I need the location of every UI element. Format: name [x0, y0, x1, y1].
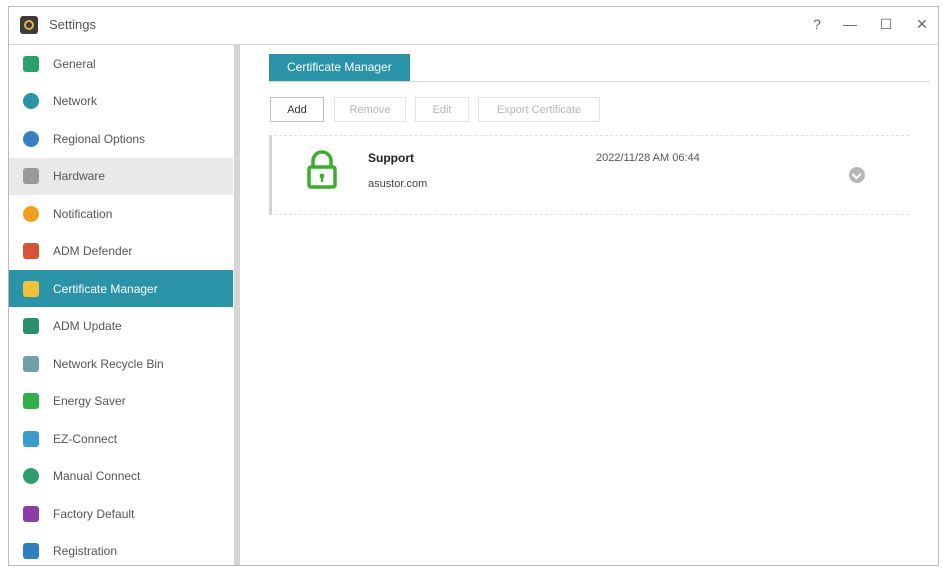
tab-divider — [269, 81, 930, 82]
expand-chevron-icon[interactable] — [849, 167, 865, 183]
maximize-button[interactable]: ☐ — [874, 13, 898, 35]
sidebar-item-label: Factory Default — [53, 506, 135, 521]
network-icon — [23, 93, 39, 109]
defender-icon — [23, 243, 39, 259]
sidebar-item-hardware[interactable]: Hardware — [9, 157, 233, 195]
certificate-row[interactable]: Support asustor.com 2022/11/28 AM 06:44 — [269, 135, 909, 215]
sidebar-item-label: Energy Saver — [53, 394, 126, 408]
sidebar-item-adm-defender[interactable]: ADM Defender — [9, 233, 233, 270]
main-panel: Certificate Manager Add Remove Edit Expo… — [243, 45, 938, 565]
certificate-name: Support — [368, 151, 414, 165]
certificate-icon — [23, 280, 39, 297]
sidebar-item-adm-update[interactable]: ADM Update — [9, 308, 233, 345]
settings-app-icon — [20, 16, 38, 34]
globe-icon — [23, 130, 39, 147]
add-button[interactable]: Add — [270, 97, 324, 122]
sidebar-item-manual-connect[interactable]: Manual Connect — [9, 458, 233, 495]
sidebar-item-label: ADM Defender — [53, 244, 133, 258]
title-bar: Settings ? — ☐ ✕ — [9, 7, 938, 45]
hardware-icon — [23, 168, 39, 184]
sidebar-scrollbar[interactable] — [234, 45, 240, 565]
sidebar-item-general[interactable]: General — [9, 45, 233, 82]
certificate-date: 2022/11/28 AM 06:44 — [596, 152, 700, 164]
edit-button[interactable]: Edit — [415, 97, 469, 122]
minimize-button[interactable]: — — [838, 13, 862, 35]
sidebar-item-label: Network — [53, 94, 98, 108]
general-icon — [23, 55, 39, 72]
window-title: Settings — [49, 17, 96, 32]
sidebar-item-label: Hardware — [53, 169, 106, 183]
remove-button[interactable]: Remove — [334, 97, 406, 122]
sidebar-item-label: Certificate Manager — [53, 281, 158, 296]
sidebar-item-network-recycle-bin[interactable]: Network Recycle Bin — [9, 345, 233, 382]
ez-connect-icon — [23, 430, 39, 447]
sidebar-item-label: ADM Update — [53, 319, 122, 333]
energy-saver-icon — [23, 393, 39, 409]
close-button[interactable]: ✕ — [910, 13, 934, 35]
manual-connect-icon — [23, 468, 39, 484]
sidebar-item-energy-saver[interactable]: Energy Saver — [9, 383, 233, 420]
certificate-domain: asustor.com — [368, 178, 428, 190]
sidebar-item-certificate-manager[interactable]: Certificate Manager — [9, 270, 233, 307]
factory-default-icon — [23, 505, 39, 522]
sidebar-item-ez-connect[interactable]: EZ-Connect — [9, 420, 233, 457]
sidebar-item-regional-options[interactable]: Regional Options — [9, 120, 233, 157]
sidebar-item-factory-default[interactable]: Factory Default — [9, 495, 233, 532]
settings-window: Settings ? — ☐ ✕ General Network Regional … — [8, 6, 939, 566]
update-icon — [23, 318, 39, 334]
sidebar-item-label: General — [53, 56, 96, 71]
sidebar-item-label: Manual Connect — [53, 469, 141, 483]
lock-icon — [307, 150, 337, 189]
notification-icon — [23, 205, 39, 222]
export-certificate-button[interactable]: Export Certificate — [478, 97, 600, 122]
recycle-bin-icon — [23, 355, 39, 372]
settings-sidebar: General Network Regional Options Hardware No… — [9, 45, 233, 565]
tab-certificate-manager[interactable]: Certificate Manager — [269, 54, 410, 81]
sidebar-item-notification[interactable]: Notification — [9, 195, 233, 232]
sidebar-item-label: Regional Options — [53, 131, 146, 146]
sidebar-item-label: Notification — [53, 206, 113, 221]
sidebar-item-label: Registration — [53, 544, 118, 558]
sidebar-item-network[interactable]: Network — [9, 83, 233, 120]
sidebar-item-registration[interactable]: Registration — [9, 533, 233, 570]
registration-icon — [23, 543, 39, 559]
help-button[interactable]: ? — [805, 13, 829, 35]
sidebar-item-label: Network Recycle Bin — [53, 356, 164, 371]
sidebar-item-label: EZ-Connect — [53, 431, 118, 446]
